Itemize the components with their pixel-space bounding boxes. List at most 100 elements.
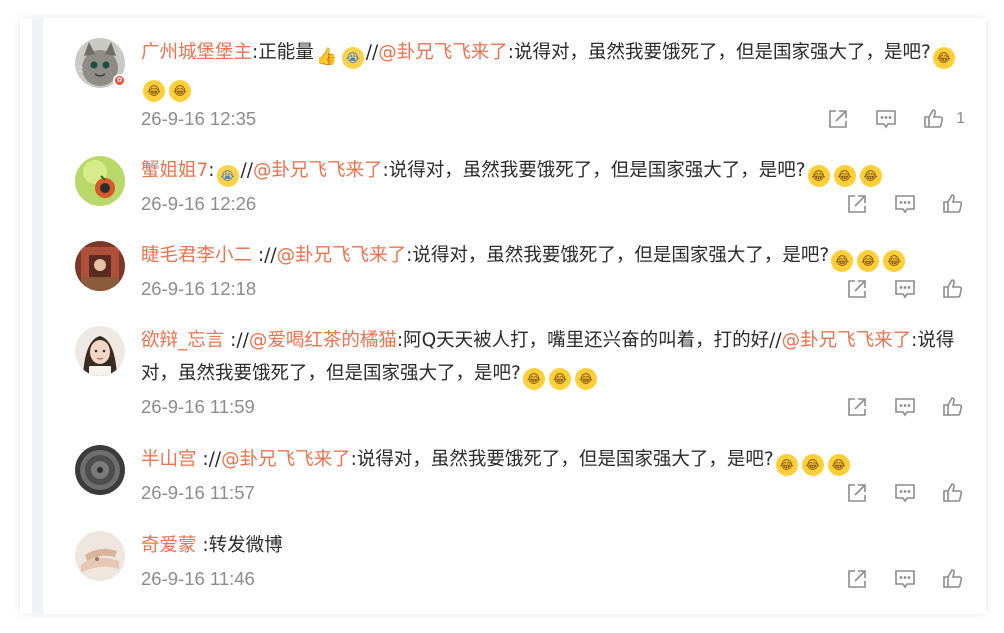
mention-link[interactable]: @卦兄飞飞来了 xyxy=(378,42,508,63)
like-button[interactable] xyxy=(941,567,965,591)
comment-time: 26-9-16 11:57 xyxy=(141,482,255,503)
mention-link[interactable]: @卦兄飞飞来了 xyxy=(221,449,351,470)
avatar[interactable] xyxy=(75,156,125,206)
verified-badge: ✿ xyxy=(113,74,126,87)
thumb-up-icon xyxy=(943,483,963,502)
avatar[interactable] xyxy=(75,531,125,581)
comment-body-text: :转发微博 xyxy=(196,535,283,556)
comment-icon xyxy=(895,570,915,589)
laugh-emoji-icon: 😂 xyxy=(522,368,545,390)
comment-button[interactable] xyxy=(874,107,898,131)
thread-indent-bar xyxy=(32,18,43,614)
mention-link[interactable]: @卦兄飞飞来了 xyxy=(277,245,407,266)
comment-time: 26-9-16 11:59 xyxy=(141,396,255,417)
repost-button[interactable] xyxy=(845,395,869,419)
username-link[interactable]: 欲辩_忘言 xyxy=(141,330,224,351)
like-button[interactable] xyxy=(941,395,965,419)
laugh-emoji-icon: 😂 xyxy=(807,165,830,187)
share-icon xyxy=(848,195,866,213)
share-icon xyxy=(829,110,847,128)
comment-text: 欲辩_忘言 ://@爱喝红茶的橘猫:阿Q天天被人打，嘴里还兴奋的叫着，打的好//… xyxy=(141,324,965,390)
avatar[interactable] xyxy=(75,445,125,495)
laugh-emoji-icon: 😂 xyxy=(827,454,850,476)
comment-button[interactable] xyxy=(893,192,917,216)
repost-button[interactable] xyxy=(845,192,869,216)
comment-body-text: :说得对，虽然我要饿死了，但是国家强大了，是吧? xyxy=(406,245,830,266)
comment-icon xyxy=(895,484,915,503)
like-count: 1 xyxy=(956,110,965,127)
repost-button[interactable] xyxy=(826,107,850,131)
username-link[interactable]: 半山宫 xyxy=(141,449,197,470)
comment-body-text: :阿Q天天被人打，嘴里还兴奋的叫着，打的好// xyxy=(396,330,782,351)
comment-text: 半山宫 ://@卦兄飞飞来了:说得对，虽然我要饿死了，但是国家强大了，是吧? 😂 😂… xyxy=(141,443,965,476)
comment-actions: 1 xyxy=(802,107,965,131)
like-button[interactable] xyxy=(941,481,965,505)
comment-button[interactable] xyxy=(893,481,917,505)
comment-time: 26-9-16 12:26 xyxy=(141,193,257,214)
comment-text: 广州城堡堡主:正能量 👍 😭//@卦兄飞飞来了:说得对，虽然我要饿死了，但是国家强大… xyxy=(141,36,965,102)
comment-body-text: // xyxy=(240,160,253,181)
username-link[interactable]: 蟹姐姐7 xyxy=(141,160,208,181)
mention-link[interactable]: @卦兄飞飞来了 xyxy=(782,330,912,351)
laugh-emoji-icon: 😂 xyxy=(833,165,856,187)
repost-button[interactable] xyxy=(845,481,869,505)
like-button[interactable]: 1 xyxy=(922,107,965,131)
comment-body-text: : xyxy=(208,160,215,181)
comment-icon xyxy=(895,398,915,417)
cry-emoji-icon: 😭 xyxy=(216,165,239,187)
thumb-up-icon xyxy=(943,569,963,588)
comment-body-text: :说得对，虽然我要饿死了，但是国家强大了，是吧? xyxy=(507,42,931,63)
comment-body-text: :// xyxy=(224,330,249,351)
comment-button[interactable] xyxy=(893,567,917,591)
thumb-up-icon xyxy=(943,279,963,298)
laugh-emoji-icon: 😂 xyxy=(574,368,597,390)
share-icon xyxy=(848,570,866,588)
avatar[interactable] xyxy=(75,326,125,376)
share-icon xyxy=(848,484,866,502)
avatar[interactable] xyxy=(75,241,125,291)
laugh-emoji-icon: 😂 xyxy=(831,250,854,272)
username-link[interactable]: 广州城堡堡主 xyxy=(141,42,252,63)
comment-actions xyxy=(821,277,965,301)
thumb-up-icon xyxy=(924,109,944,128)
mention-link[interactable]: @爱喝红茶的橘猫 xyxy=(249,330,397,351)
comment-actions xyxy=(821,567,965,591)
thumb-up-icon xyxy=(943,397,963,416)
laugh-emoji-icon: 😂 xyxy=(169,80,191,102)
share-icon xyxy=(848,280,866,298)
comment-body-text: :正能量 xyxy=(252,42,314,63)
comment-icon xyxy=(895,280,915,299)
thumb-emoji-icon: 👍 xyxy=(316,47,338,67)
comment-button[interactable] xyxy=(893,277,917,301)
comment-actions xyxy=(821,395,965,419)
like-button[interactable] xyxy=(941,277,965,301)
laugh-emoji-icon: 😂 xyxy=(143,80,165,102)
repost-button[interactable] xyxy=(845,277,869,301)
laugh-emoji-icon: 😂 xyxy=(775,454,798,476)
comment-icon xyxy=(876,110,896,129)
laugh-emoji-icon: 😂 xyxy=(932,47,955,69)
like-button[interactable] xyxy=(941,192,965,216)
comment-time: 26-9-16 11:46 xyxy=(141,568,255,589)
laugh-emoji-icon: 😂 xyxy=(883,250,906,272)
laugh-emoji-icon: 😂 xyxy=(801,454,824,476)
comment-body-text: // xyxy=(365,42,379,63)
comment-body-text: :说得对，虽然我要饿死了，但是国家强大了，是吧? xyxy=(350,449,774,470)
username-link[interactable]: 睫毛君李小二 xyxy=(141,245,252,266)
repost-button[interactable] xyxy=(845,567,869,591)
share-icon xyxy=(848,398,866,416)
username-link[interactable]: 奇爱蒙 xyxy=(141,535,197,556)
mention-link[interactable]: @卦兄飞飞来了 xyxy=(253,160,383,181)
comment-text: 蟹姐姐7: 😭//@卦兄飞飞来了:说得对，虽然我要饿死了，但是国家强大了，是吧? 😂… xyxy=(141,154,965,187)
comment-button[interactable] xyxy=(893,395,917,419)
comment-icon xyxy=(895,195,915,214)
thumb-up-icon xyxy=(943,194,963,213)
comment-actions xyxy=(821,481,965,505)
comment-text: 睫毛君李小二 ://@卦兄飞飞来了:说得对，虽然我要饿死了，但是国家强大了，是吧… xyxy=(141,239,965,272)
comment-body-text: :说得对，虽然我要饿死了，但是国家强大了，是吧? xyxy=(382,160,806,181)
comment-time: 26-9-16 12:35 xyxy=(141,108,257,129)
comment-body-text: :// xyxy=(196,449,222,470)
comment-list-card: ✿ 广州城堡堡主:正能量 👍 😭//@卦兄飞飞来了:说得对，虽然我要饿死了，但是国家… xyxy=(20,18,986,614)
laugh-emoji-icon: 😂 xyxy=(548,368,571,390)
comment-text: 奇爱蒙 :转发微博 xyxy=(141,529,965,562)
